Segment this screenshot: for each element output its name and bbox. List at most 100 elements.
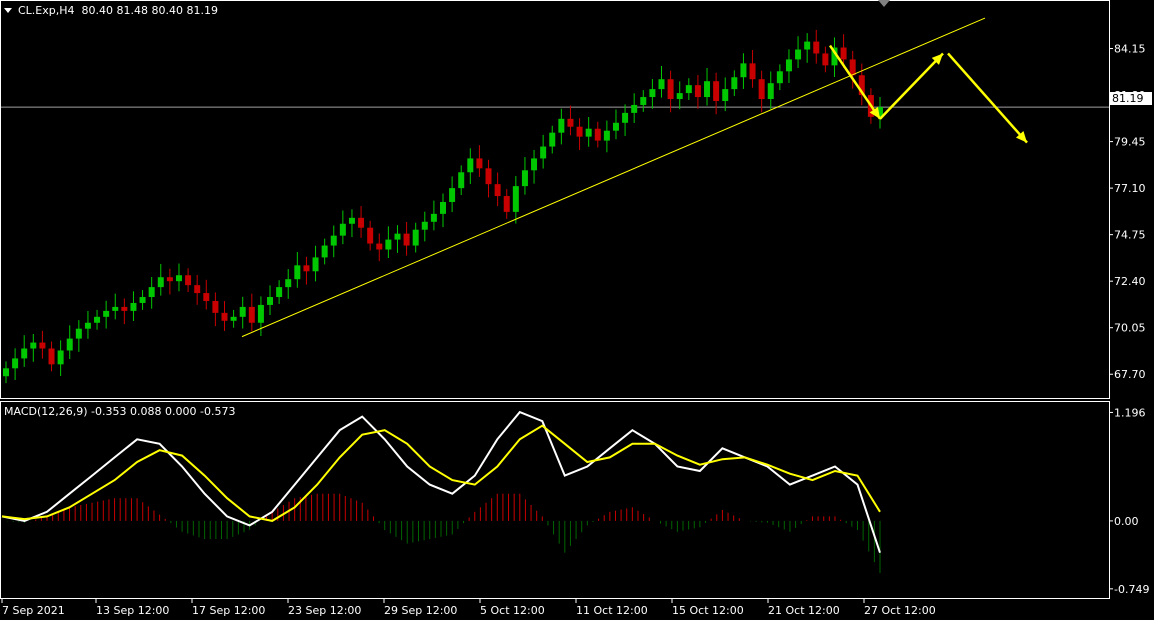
- candle-body: [112, 306, 119, 311]
- candle-body: [476, 158, 483, 169]
- candle-body: [612, 122, 619, 131]
- candle-body: [21, 348, 28, 359]
- current-price-tag: 81.19: [1110, 92, 1152, 105]
- candle-body: [230, 316, 237, 321]
- candle-body: [312, 257, 319, 272]
- candle-body: [257, 304, 264, 323]
- candle-body: [694, 85, 701, 98]
- candle-body: [348, 217, 355, 224]
- time-tick-label: 11 Oct 12:00: [576, 604, 648, 617]
- macd-header: MACD(12,26,9) -0.353 0.088 0.000 -0.573: [4, 405, 235, 418]
- candle-body: [84, 322, 91, 329]
- time-tick-label: 29 Sep 12:00: [384, 604, 457, 617]
- candle-body: [521, 170, 528, 187]
- price-tick-label: 74.75: [1114, 229, 1146, 242]
- candle-body: [740, 63, 747, 78]
- time-tick-label: 27 Oct 12:00: [864, 604, 936, 617]
- candle-body: [121, 306, 128, 311]
- candle-body: [713, 81, 720, 101]
- candle-body: [157, 277, 164, 288]
- candle-body: [139, 297, 146, 303]
- candle-body: [631, 104, 638, 113]
- candle-body: [849, 59, 856, 76]
- candle-body: [440, 201, 446, 214]
- candle-body: [649, 89, 656, 98]
- price-tick-label: 70.05: [1114, 322, 1146, 335]
- price-tick-label: 84.15: [1114, 43, 1146, 56]
- dropdown-arrow-icon[interactable]: [4, 8, 12, 13]
- symbol-label: CL.Exp,H4: [18, 4, 75, 17]
- time-tick-label: 23 Sep 12:00: [288, 604, 361, 617]
- candle-body: [39, 342, 46, 349]
- candle-body: [531, 158, 538, 171]
- price-tick-label: 77.10: [1114, 182, 1146, 195]
- candle-body: [776, 71, 783, 84]
- candle-body: [549, 132, 556, 147]
- candle-body: [704, 81, 711, 98]
- candle-body: [822, 53, 829, 66]
- candle-body: [367, 227, 374, 244]
- ohlc-values: 80.40 81.48 80.40 81.19: [81, 4, 218, 17]
- candle-body: [48, 348, 55, 365]
- candle-body: [75, 328, 82, 339]
- candle-body: [576, 126, 583, 137]
- candle-body: [294, 265, 301, 280]
- candle-body: [103, 310, 110, 317]
- candle-body: [203, 293, 210, 301]
- candle-body: [175, 275, 182, 282]
- candle-body: [339, 223, 346, 236]
- candle-body: [212, 300, 219, 313]
- candle-body: [485, 168, 492, 185]
- time-tick-label: 5 Oct 12:00: [480, 604, 545, 617]
- candle-body: [804, 41, 811, 50]
- chart-canvas[interactable]: 84.1581.8079.4577.1074.7572.4070.0567.70…: [0, 0, 1154, 620]
- candle-body: [503, 196, 510, 212]
- candle-body: [467, 158, 474, 173]
- candle-body: [567, 118, 574, 127]
- price-tick-label: 67.70: [1114, 368, 1146, 381]
- candle-body: [722, 89, 729, 101]
- time-tick-label: 17 Sep 12:00: [192, 604, 265, 617]
- candle-body: [494, 184, 501, 197]
- candle-body: [303, 265, 310, 272]
- time-tick-label: 13 Sep 12:00: [96, 604, 169, 617]
- candle-body: [30, 342, 37, 349]
- candle-body: [840, 47, 847, 60]
- candle-body: [276, 287, 283, 298]
- candle-body: [813, 41, 820, 54]
- candle-body: [385, 239, 392, 250]
- candle-body: [676, 93, 683, 100]
- candle-body: [321, 245, 328, 258]
- candle-body: [594, 128, 601, 141]
- candle-body: [622, 112, 629, 123]
- macd-values: -0.353 0.088 0.000 -0.573: [91, 405, 236, 418]
- time-tick-label: 7 Sep 2021: [2, 604, 65, 617]
- candle-body: [12, 358, 19, 369]
- macd-label: MACD(12,26,9): [4, 405, 88, 418]
- candle-body: [239, 306, 246, 317]
- candle-body: [185, 275, 192, 286]
- candle-body: [685, 85, 692, 94]
- candle-body: [403, 233, 410, 246]
- candle-body: [512, 186, 519, 212]
- candle-body: [430, 213, 437, 222]
- time-tick-label: 15 Oct 12:00: [672, 604, 744, 617]
- time-tick-label: 21 Oct 12:00: [768, 604, 840, 617]
- candle-body: [667, 79, 674, 100]
- candle-body: [221, 312, 228, 321]
- price-tick-label: 72.40: [1114, 275, 1146, 288]
- candle-body: [585, 128, 592, 137]
- candle-body: [3, 368, 9, 377]
- candle-body: [767, 83, 774, 100]
- candle-body: [267, 297, 274, 305]
- macd-tick-label: -0.749: [1114, 583, 1149, 596]
- candle-body: [785, 59, 792, 72]
- candle-body: [449, 188, 456, 202]
- chart-header: CL.Exp,H4 80.40 81.48 80.40 81.19: [18, 4, 218, 17]
- candle-body: [412, 229, 419, 246]
- candle-body: [285, 279, 292, 288]
- candle-body: [795, 49, 802, 60]
- candle-body: [66, 338, 73, 351]
- macd-tick-label: 1.196: [1114, 406, 1146, 419]
- candle-body: [658, 79, 665, 90]
